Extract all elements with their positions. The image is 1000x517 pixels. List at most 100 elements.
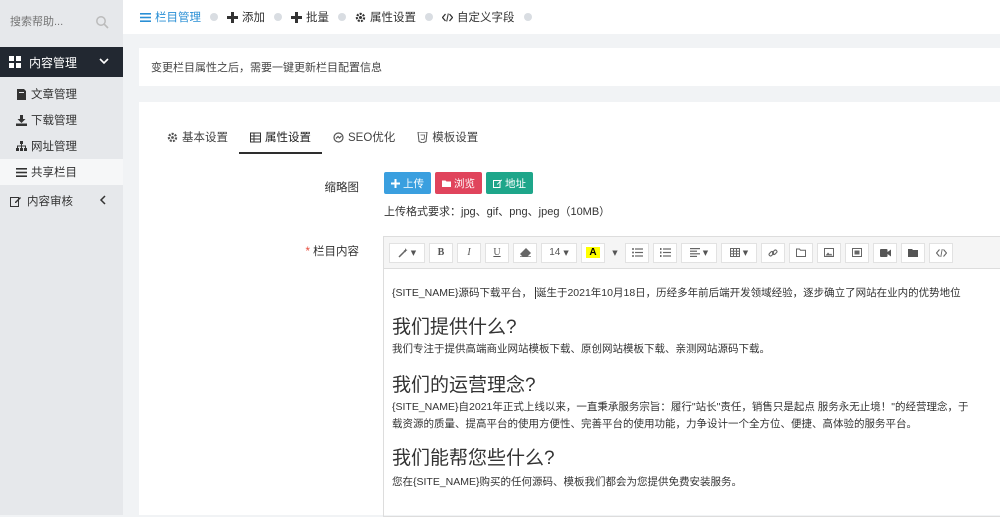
main-panel: 基本设置 属性设置 SEO优化 模板设置 缩略图 上传 浏览 地址 上传格式要求… [139, 102, 1000, 517]
image-icon [824, 248, 834, 257]
separator-dot [338, 13, 346, 21]
sidebar-item-articles[interactable]: 文章管理 [0, 81, 123, 107]
thumb-buttons: 上传 浏览 地址 [384, 172, 533, 194]
eraser-button[interactable] [513, 242, 537, 263]
table-dropdown[interactable]: ▼ [721, 242, 757, 263]
underline-button[interactable]: U [485, 242, 509, 263]
crumb-label: 栏目管理 [155, 12, 201, 24]
content-heading-1: 我们提供什么? [392, 317, 517, 338]
style-dropdown[interactable]: ▼ [389, 242, 425, 263]
content-heading-2: 我们的运营理念? [392, 375, 536, 396]
eraser-icon [519, 248, 531, 257]
italic-button[interactable]: I [457, 242, 481, 263]
content-label-text: 栏目内容 [313, 246, 359, 258]
rich-text-editor: ▼ B I U 14 ▼ A ▼ ▼ ▼ {SITE_NAME}源码下载平台， 诞… [383, 236, 1000, 517]
tab-basic[interactable]: 基本设置 [167, 122, 239, 152]
list-icon [140, 12, 151, 22]
crumb-attributes[interactable]: 属性设置 [355, 9, 416, 25]
content-paragraph-3: 您在{SITE_NAME}购买的任何源码、模板我们都会为您提供免费安装服务。 [392, 476, 743, 488]
content-heading-3: 我们能帮您些什么? [392, 448, 555, 469]
separator-dot [523, 13, 532, 21]
align-dropdown[interactable]: ▼ [681, 242, 717, 263]
crumb-add[interactable]: 添加 [227, 9, 265, 25]
font-size-dropdown[interactable]: 14 ▼ [541, 242, 577, 263]
browse-button[interactable]: 浏览 [435, 172, 482, 194]
font-size-value: 14 [549, 247, 561, 258]
sidebar-group-label: 内容管理 [29, 55, 78, 70]
crumb-batch[interactable]: 批量 [291, 9, 329, 25]
font-color-icon: A [586, 247, 600, 258]
sidebar-item-label: 内容审核 [27, 196, 73, 208]
url-button-label: 地址 [505, 177, 526, 190]
ordered-list-button[interactable] [653, 242, 677, 263]
sidebar-item-links[interactable]: 网址管理 [0, 133, 123, 159]
upload-button-label: 上传 [403, 177, 424, 190]
grid-icon [9, 56, 21, 68]
link-button[interactable] [761, 242, 785, 263]
align-icon [689, 248, 700, 257]
html5-icon [417, 131, 428, 143]
image-button[interactable] [817, 242, 841, 263]
color-button[interactable]: A [581, 242, 605, 263]
separator-dot [274, 13, 282, 21]
upload-hint: 上传格式要求：jpg、gif、png、jpeg（10MB） [384, 206, 611, 218]
gear-icon [355, 12, 366, 22]
folder-icon [796, 248, 806, 257]
code-icon [442, 12, 453, 22]
editor-content[interactable]: {SITE_NAME}源码下载平台， 诞生于2021年10月18日，历经多年前后… [384, 269, 1000, 501]
sidebar: 内容管理 文章管理 下载管理 网址管理 共享栏目 内容审核 [0, 0, 123, 515]
color-dropdown[interactable]: ▼ [609, 244, 621, 262]
unordered-list-button[interactable] [625, 242, 649, 263]
edit-icon [493, 179, 502, 188]
tab-seo[interactable]: SEO优化 [322, 122, 406, 152]
share-icon [333, 131, 344, 143]
crumb-label: 属性设置 [370, 12, 416, 24]
sidebar-item-shared[interactable]: 共享栏目 [0, 159, 123, 185]
content-paragraph-1: 我们专注于提供高端商业网站模板下载、原创网站模板下载、亲测网站源码下载。 [392, 343, 770, 355]
tab-attributes[interactable]: 属性设置 [239, 122, 322, 154]
intro-text-b: 诞生于2021年10月18日，历经多年前后端开发领域经验，逐步确立了网站在业内的… [535, 287, 961, 299]
bold-button[interactable]: B [429, 242, 453, 263]
code-view-button[interactable] [929, 242, 953, 263]
sidebar-group-content[interactable]: 内容管理 [0, 47, 123, 77]
notice-text: 变更栏目属性之后，需要一键更新栏目配置信息 [151, 62, 382, 74]
search-icon[interactable] [95, 15, 109, 29]
crumb-label: 添加 [242, 12, 265, 24]
tab-template[interactable]: 模板设置 [406, 122, 489, 152]
separator-dot [425, 13, 433, 21]
sidebar-search [0, 0, 123, 44]
file-icon [17, 88, 26, 100]
list-ol-icon [659, 248, 671, 257]
link-icon [768, 249, 778, 256]
crumb-custom-fields[interactable]: 自定义字段 [442, 9, 515, 25]
sidebar-item-review[interactable]: 内容审核 [0, 187, 123, 215]
sidebar-item-downloads[interactable]: 下载管理 [0, 107, 123, 133]
sidebar-item-label: 共享栏目 [31, 167, 77, 179]
crumb-label: 自定义字段 [457, 12, 515, 24]
content-paragraph-2a: {SITE_NAME}自2021年正式上线以来，一直秉承服务宗旨：履行"站长"责… [392, 401, 969, 413]
intro-text-a: {SITE_NAME}源码下载平台， [392, 287, 533, 299]
file-button[interactable] [789, 242, 813, 263]
editor-toolbar: ▼ B I U 14 ▼ A ▼ ▼ ▼ [384, 237, 1000, 269]
video-button[interactable] [873, 242, 897, 263]
magic-icon [398, 247, 408, 258]
chevron-down-icon [99, 58, 109, 65]
browse-button-label: 浏览 [454, 177, 475, 190]
gear-icon [167, 132, 178, 142]
crumb-column-manage[interactable]: 栏目管理 [140, 9, 201, 25]
upload-button[interactable]: 上传 [384, 172, 431, 194]
music-button[interactable] [901, 242, 925, 263]
table-icon [729, 248, 740, 257]
breadcrumb: 栏目管理 添加 批量 属性设置 自定义字段 [123, 0, 1000, 34]
content-intro: {SITE_NAME}源码下载平台， 诞生于2021年10月18日，历经多年前后… [392, 285, 993, 302]
plus-icon [227, 11, 238, 23]
media-button[interactable] [845, 242, 869, 263]
list-ul-icon [631, 248, 643, 257]
url-button[interactable]: 地址 [486, 172, 533, 194]
chevron-left-icon [99, 195, 106, 205]
edit-icon [10, 196, 21, 207]
tab-label: 属性设置 [265, 132, 311, 144]
sitemap-icon [16, 140, 27, 151]
tab-label: 模板设置 [432, 132, 479, 144]
required-mark: * [305, 246, 310, 258]
